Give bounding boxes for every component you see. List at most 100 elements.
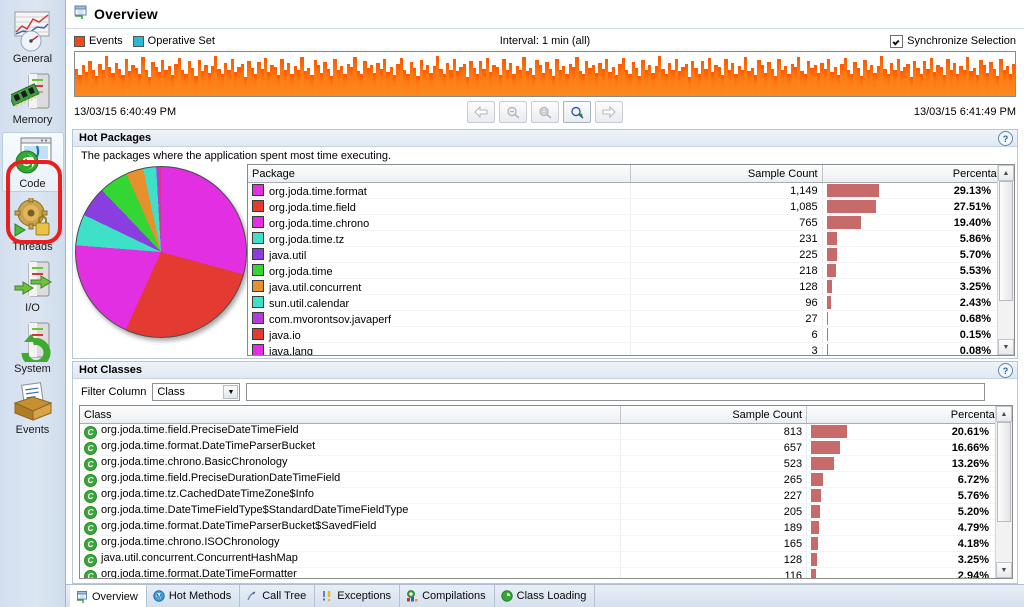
class-icon: C [84,442,97,455]
table-row[interactable]: org.joda.time 218 5.53% [248,262,1014,279]
table-row[interactable]: Corg.joda.time.format.DateTimeParserBuck… [80,519,1012,536]
table-row[interactable]: java.io 6 0.15% [248,326,1014,343]
scroll-down-arrow-icon[interactable]: ▼ [996,562,1012,578]
events-timeline-graph[interactable] [74,51,1016,97]
synchronize-selection-checkbox[interactable]: Synchronize Selection [890,34,1016,48]
percentage-label: 3.25% [959,280,991,293]
row-name-cell: sun.util.calendar [248,294,632,311]
threads-gear-icon [11,196,55,240]
hot-methods-icon: M [153,590,165,602]
column-header-percentage[interactable]: Percentage [822,165,1014,183]
row-name-label: org.joda.time.chrono.ISOChronology [101,536,280,548]
table-row[interactable]: Cjava.util.concurrent.ConcurrentHashMap 1… [80,551,1012,568]
percentage-bar [826,200,876,213]
tab-exceptions[interactable]: Exceptions [315,585,401,607]
hot-classes-scrollbar[interactable]: ▲ ▼ [995,406,1012,578]
checkbox-box[interactable] [890,34,904,48]
scrollbar-thumb[interactable] [997,422,1011,522]
tab-call-tree[interactable]: Call Tree [240,585,316,607]
sample-count-cell: 128 [630,278,823,295]
sidebar-item-code[interactable]: C Code [1,132,64,192]
row-name-label: org.joda.time.field.PreciseDateTimeField [101,424,299,436]
percentage-bar [811,425,848,438]
table-header-row: Class Sample Count Percentage [80,406,1012,424]
percentage-cell: 16.66% [806,439,1012,456]
table-row[interactable]: org.joda.time.tz 231 5.86% [248,230,1014,247]
scroll-up-arrow-icon[interactable]: ▲ [996,406,1012,422]
sidebar-item-threads[interactable]: Threads [2,196,64,253]
help-icon[interactable]: ? [998,131,1013,146]
left-navigation-sidebar: General Memory C Code Threads I/O System… [0,0,66,607]
sample-count-cell: 205 [620,503,808,520]
main-content-area: Overview Events Operative Set Interval: … [66,0,1024,607]
table-row[interactable]: Corg.joda.time.format.DateTimeParserBuck… [80,439,1012,456]
percentage-label: 5.76% [957,489,989,502]
scroll-down-arrow-icon[interactable]: ▼ [998,339,1014,355]
row-name-cell: org.joda.time.field [248,198,632,215]
view-header: Overview [66,0,1024,29]
table-row[interactable]: java.util.concurrent 128 3.25% [248,278,1014,295]
zoom-out-button[interactable] [499,101,527,123]
column-header-percentage[interactable]: Percentage [806,406,1012,424]
column-header-sample-count[interactable]: Sample Count [630,165,823,183]
hot-classes-table: Class Sample Count Percentage Corg.joda.… [80,406,1012,579]
back-arrow-button[interactable] [467,101,495,123]
table-row[interactable]: org.joda.time.format 1,149 29.13% [248,182,1014,199]
zoom-reset-button[interactable] [531,101,559,123]
sidebar-item-label: Threads [12,241,53,253]
color-swatch [252,247,264,260]
help-icon[interactable]: ? [998,363,1013,378]
table-row[interactable]: Corg.joda.time.field.PreciseDurationDate… [80,471,1012,488]
tab-class-loading[interactable]: Class Loading [495,585,596,607]
table-row[interactable]: Corg.joda.time.DateTimeFieldType$Standar… [80,503,1012,520]
column-header-class[interactable]: Class [80,406,621,424]
table-row[interactable]: com.mvorontsov.javaperf 27 0.68% [248,310,1014,327]
table-row[interactable]: java.lang 3 0.08% [248,342,1014,355]
sidebar-item-io[interactable]: I/O [2,259,64,314]
tab-overview[interactable]: Overview [70,585,147,607]
scroll-up-arrow-icon[interactable]: ▲ [998,165,1014,181]
table-row[interactable]: org.joda.time.field 1,085 27.51% [248,198,1014,215]
row-name-cell: Corg.joda.time.format.DateTimeParserBuck… [80,439,621,456]
tab-hot-methods[interactable]: M Hot Methods [147,585,241,607]
table-row[interactable]: Corg.joda.time.field.PreciseDateTimeFiel… [80,423,1012,440]
io-arrows-icon [11,259,55,301]
forward-arrow-button[interactable] [595,101,623,123]
sidebar-item-system[interactable]: System [2,320,64,375]
table-row[interactable]: sun.util.calendar 96 2.43% [248,294,1014,311]
column-header-sample-count[interactable]: Sample Count [620,406,808,424]
sidebar-item-events[interactable]: Events [2,381,64,436]
hot-packages-pie-chart[interactable] [75,166,247,338]
table-row[interactable]: java.util 225 5.70% [248,246,1014,263]
percentage-cell: 5.53% [822,262,1014,279]
hot-classes-section: Hot Classes ? Filter Column Class ▼ Clas… [72,361,1018,584]
percentage-label: 5.86% [959,232,991,245]
percentage-label: 4.18% [957,537,989,550]
filter-column-select[interactable]: Class ▼ [152,383,241,401]
class-icon: C [84,554,97,567]
row-name-cell: org.joda.time [248,262,632,279]
chevron-down-icon[interactable]: ▼ [223,385,239,399]
table-row[interactable]: Corg.joda.time.tz.CachedDateTimeZone$Inf… [80,487,1012,504]
row-name-label: org.joda.time.field.PreciseDurationDateT… [101,472,341,484]
sample-count-cell: 231 [630,230,823,247]
sidebar-item-memory[interactable]: Memory [2,71,64,126]
tab-compilations[interactable]: Compilations [400,585,495,607]
percentage-cell: 3.25% [822,278,1014,295]
hot-packages-scrollbar[interactable]: ▲ ▼ [997,165,1014,355]
row-name-label: org.joda.time.format.DateTimeFormatter [101,568,297,579]
table-row[interactable]: Corg.joda.time.chrono.ISOChronology 165 4.… [80,535,1012,552]
sidebar-item-general[interactable]: General [2,10,64,65]
scrollbar-thumb[interactable] [999,181,1013,301]
table-row[interactable]: Corg.joda.time.format.DateTimeFormatter 1… [80,567,1012,579]
percentage-cell: 4.79% [806,519,1012,536]
sample-count-cell: 189 [620,519,808,536]
table-row[interactable]: Corg.joda.time.chrono.BasicChronology 523… [80,455,1012,472]
filter-text-input[interactable] [246,383,985,401]
zoom-in-button[interactable] [563,101,591,123]
column-header-package[interactable]: Package [248,165,632,183]
class-icon: C [84,506,97,519]
hot-packages-table: Package Sample Count Percentage org.joda… [248,165,1014,355]
table-row[interactable]: org.joda.time.chrono 765 19.40% [248,214,1014,231]
class-icon: C [84,522,97,535]
